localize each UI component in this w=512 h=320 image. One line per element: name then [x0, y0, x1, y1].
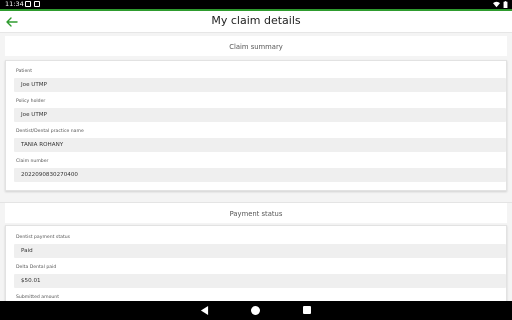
payment-status-card: Dentist payment status Paid Delta Dental…: [5, 225, 507, 301]
field-label: Submitted amount: [16, 295, 60, 300]
system-nav-bar: [0, 301, 512, 320]
field-value: 2022090830270400: [21, 172, 78, 178]
field-value: Joe UTMP: [21, 82, 48, 88]
field-label: Dentist/Dental practice name: [16, 129, 84, 134]
circle-home-icon[interactable]: [251, 306, 260, 315]
wifi-icon: [493, 1, 500, 8]
policy-holder-field: Joe UTMP: [14, 108, 506, 122]
page-title: My claim details: [211, 14, 301, 27]
field-value: Paid: [21, 248, 33, 254]
field-label: Claim number: [16, 159, 49, 164]
claim-summary-header: Claim summary: [5, 36, 507, 56]
dentist-payment-status-field: Paid: [14, 244, 506, 258]
triangle-back-icon[interactable]: [200, 306, 209, 315]
notification-icon: [34, 1, 40, 7]
payment-status-heading: Payment status: [229, 210, 283, 218]
app-bar: My claim details: [0, 11, 512, 33]
delta-dental-paid-field: $50.01: [14, 274, 506, 288]
field-label: Policy holder: [16, 99, 46, 104]
field-label: Dentist payment status: [16, 235, 71, 240]
battery-icon: [503, 1, 508, 8]
claim-summary-heading: Claim summary: [229, 43, 283, 51]
field-value: $50.01: [21, 278, 41, 284]
status-notification-icons: [25, 1, 40, 7]
field-value: Joe UTMP: [21, 112, 48, 118]
claim-number-field: 2022090830270400: [14, 168, 506, 182]
claim-details-content[interactable]: Claim summary Patient Joe UTMP Policy ho…: [0, 33, 512, 301]
field-value: TANIA ROHANY: [21, 142, 64, 148]
status-time: 11:34: [5, 0, 24, 8]
status-system-icons: [493, 1, 508, 8]
status-bar: 11:34: [0, 0, 512, 9]
field-label: Delta Dental paid: [16, 265, 57, 270]
claim-summary-card: Patient Joe UTMP Policy holder Joe UTMP …: [5, 60, 507, 191]
notification-icon: [25, 1, 31, 7]
patient-field: Joe UTMP: [14, 78, 506, 92]
square-recents-icon[interactable]: [303, 306, 311, 314]
payment-status-header: Payment status: [5, 203, 507, 223]
field-label: Patient: [16, 69, 32, 74]
dentist-field: TANIA ROHANY: [14, 138, 506, 152]
